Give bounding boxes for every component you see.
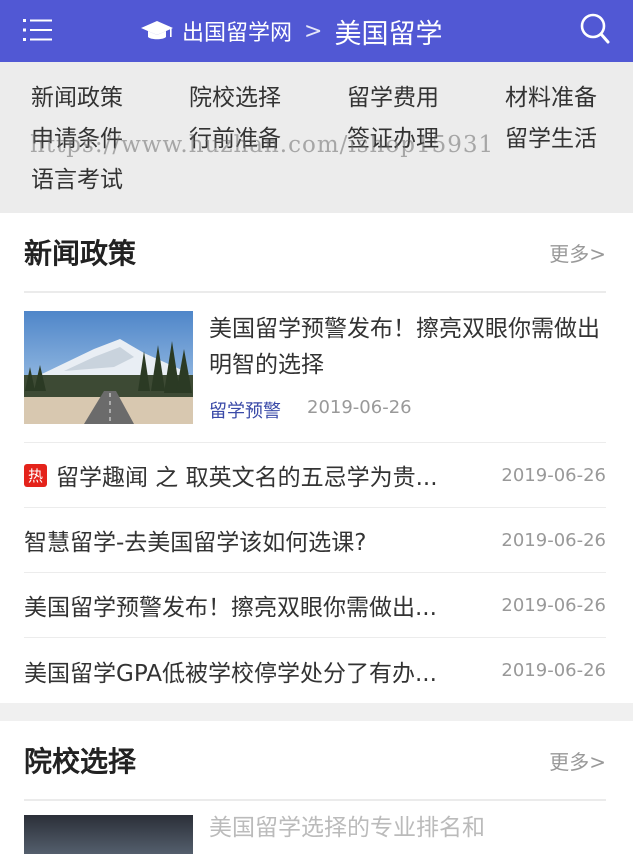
breadcrumb-separator: > <box>304 18 323 44</box>
panel-header: 院校选择 更多> <box>24 721 606 801</box>
news-panel: 新闻政策 更多> 美国留学预警发布！擦亮双眼你需做出明智的选择 留学预警 201… <box>0 213 633 703</box>
featured-body: 美国留学预警发布！擦亮双眼你需做出明智的选择 留学预警 2019-06-26 <box>209 311 606 424</box>
featured-date: 2019-06-26 <box>307 397 412 418</box>
category-nav: 新闻政策 院校选择 留学费用 材料准备 申请条件 行前准备 签证办理 留学生活 语言考试 htt… <box>0 62 633 213</box>
list-item-date: 2019-06-26 <box>501 529 606 551</box>
category-link[interactable]: 留学生活 <box>505 121 625 158</box>
list-item-left: 美国留学GPA低被学校停学处分了有办... <box>24 654 437 688</box>
category-link[interactable]: 签证办理 <box>347 121 505 158</box>
menu-icon[interactable] <box>22 14 54 46</box>
featured-article[interactable]: 美国留学选择的专业排名和 <box>24 801 606 854</box>
more-link[interactable]: 更多> <box>549 746 606 775</box>
schools-panel: 院校选择 更多> 美国留学选择的专业排名和 <box>0 721 633 854</box>
current-section-title: 美国留学 <box>334 18 443 50</box>
list-item-left: 热留学趣闻 之 取英文名的五忌学为贵... <box>24 458 438 492</box>
list-item-date: 2019-06-26 <box>501 464 606 486</box>
graduation-cap-icon <box>141 21 173 40</box>
category-link[interactable]: 材料准备 <box>505 80 625 117</box>
hot-badge: 热 <box>24 463 47 487</box>
featured-article[interactable]: 美国留学预警发布！擦亮双眼你需做出明智的选择 留学预警 2019-06-26 <box>24 293 606 443</box>
list-item-date: 2019-06-26 <box>501 660 606 681</box>
category-link[interactable]: 行前准备 <box>189 121 347 158</box>
list-item-title[interactable]: 留学趣闻 之 取英文名的五忌学为贵... <box>56 458 438 492</box>
page: 出国留学网 > 美国留学 新闻政策 院校选择 留学费用 材料准备 申请条件 行前准备 签证办… <box>0 0 633 854</box>
category-link[interactable]: 留学费用 <box>347 80 505 117</box>
list-item[interactable]: 智慧留学-去美国留学该如何选课? 2019-06-26 <box>24 508 606 573</box>
list-item-left: 美国留学预警发布！擦亮双眼你需做出... <box>24 588 437 622</box>
featured-thumbnail[interactable] <box>24 311 193 424</box>
list-item[interactable]: 美国留学GPA低被学校停学处分了有办... 2019-06-26 <box>24 638 606 703</box>
category-link[interactable]: 院校选择 <box>189 80 347 117</box>
more-link[interactable]: 更多> <box>549 238 606 267</box>
featured-title[interactable]: 美国留学预警发布！擦亮双眼你需做出明智的选择 <box>209 311 606 383</box>
list-item[interactable]: 热留学趣闻 之 取英文名的五忌学为贵... 2019-06-26 <box>24 443 606 508</box>
category-link[interactable]: 新闻政策 <box>31 80 189 117</box>
featured-meta: 留学预警 2019-06-26 <box>209 397 606 423</box>
panel-title: 院校选择 <box>24 745 137 778</box>
list-item-title[interactable]: 美国留学预警发布！擦亮双眼你需做出... <box>24 588 437 622</box>
featured-tag[interactable]: 留学预警 <box>209 397 281 423</box>
site-name-link[interactable]: 出国留学网 <box>182 15 292 47</box>
news-list: 热留学趣闻 之 取英文名的五忌学为贵... 2019-06-26 智慧留学-去美国留… <box>24 443 606 703</box>
list-item-title[interactable]: 美国留学GPA低被学校停学处分了有办... <box>24 654 437 688</box>
list-item-date: 2019-06-26 <box>501 594 606 616</box>
panel-title: 新闻政策 <box>24 237 137 270</box>
list-item-title[interactable]: 智慧留学-去美国留学该如何选课? <box>24 523 367 557</box>
featured-title[interactable]: 美国留学选择的专业排名和 <box>209 815 485 854</box>
search-icon[interactable] <box>579 12 611 46</box>
list-item-left: 智慧留学-去美国留学该如何选课? <box>24 523 367 557</box>
panel-header: 新闻政策 更多> <box>24 213 606 293</box>
category-link[interactable]: 申请条件 <box>31 121 189 158</box>
category-link[interactable]: 语言考试 <box>31 162 189 199</box>
featured-thumbnail[interactable] <box>24 815 193 854</box>
breadcrumb: 出国留学网 > 美国留学 <box>140 0 442 62</box>
top-bar: 出国留学网 > 美国留学 <box>0 0 633 62</box>
list-item[interactable]: 美国留学预警发布！擦亮双眼你需做出... 2019-06-26 <box>24 573 606 638</box>
